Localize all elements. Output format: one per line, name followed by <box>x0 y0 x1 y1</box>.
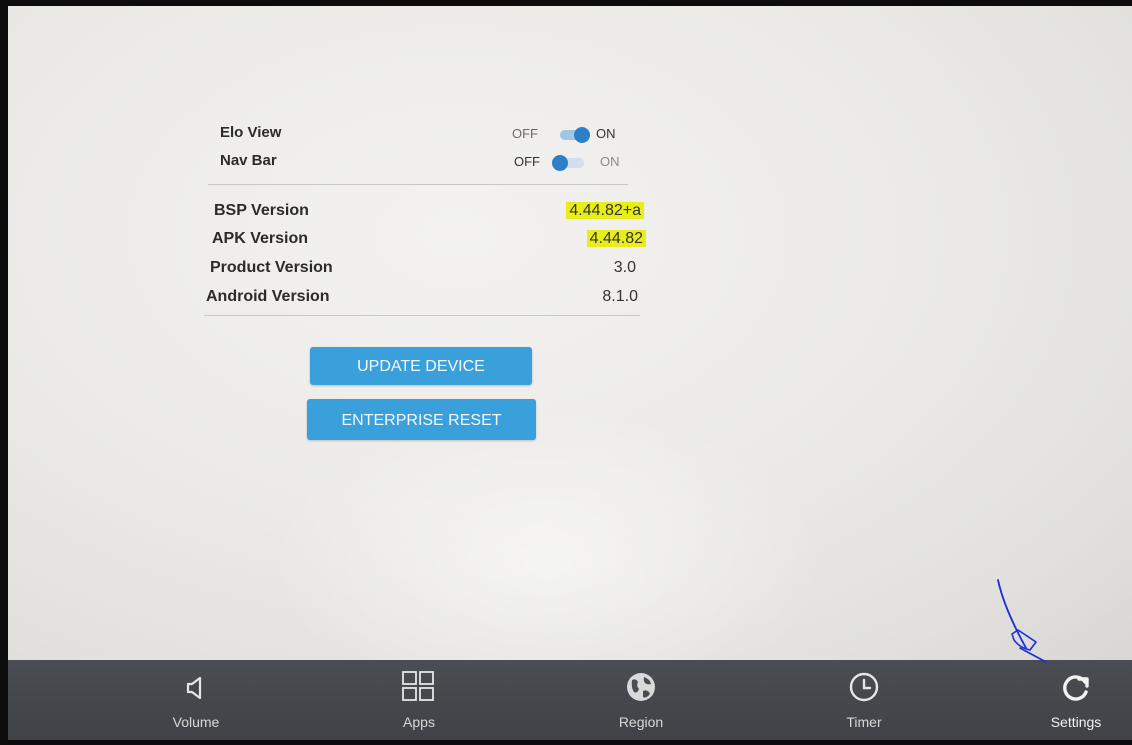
toggle-on-label: ON <box>596 126 616 141</box>
nav-label: Volume <box>172 714 220 730</box>
apps-grid-icon <box>399 670 439 706</box>
bottom-nav-bar: Volume Apps Region Timer Settings <box>8 660 1132 740</box>
info-label-bsp: BSP Version <box>214 202 309 219</box>
toggle-off-label: OFF <box>512 126 538 141</box>
nav-item-settings[interactable]: Settings <box>1016 660 1132 740</box>
update-device-button[interactable]: UPDATE DEVICE <box>310 347 532 385</box>
info-label-android: Android Version <box>206 288 330 305</box>
nav-label: Timer <box>846 714 882 730</box>
info-label-product: Product Version <box>210 259 333 276</box>
nav-item-volume[interactable]: Volume <box>136 660 256 740</box>
toggle-off-label: OFF <box>514 154 540 169</box>
switch-knob <box>552 155 568 171</box>
screen-glare <box>268 406 828 660</box>
globe-icon <box>621 670 661 706</box>
clock-icon <box>844 670 884 706</box>
nav-item-apps[interactable]: Apps <box>359 660 479 740</box>
refresh-icon <box>1056 670 1096 706</box>
info-value-product: 3.0 <box>613 259 636 276</box>
info-label-apk: APK Version <box>212 230 309 247</box>
nav-label: Apps <box>403 714 435 730</box>
divider <box>204 315 640 316</box>
enterprise-reset-button[interactable]: ENTERPRISE RESET <box>307 399 536 440</box>
toggle-on-label: ON <box>600 154 620 169</box>
info-value-android: 8.1.0 <box>602 288 638 305</box>
highlight-mark: 4.44.82+a <box>566 202 644 219</box>
nav-label: Settings <box>1050 714 1102 730</box>
toggle-label: Nav Bar <box>220 152 277 169</box>
nav-label: Region <box>618 714 664 730</box>
nav-bar-switch[interactable] <box>552 155 584 171</box>
switch-knob <box>574 127 590 143</box>
volume-icon <box>176 670 216 706</box>
info-value-bsp: 4.44.82+a <box>566 202 644 220</box>
info-value-apk: 4.44.82 <box>586 230 646 248</box>
elo-view-switch[interactable] <box>560 127 590 143</box>
divider <box>208 184 628 185</box>
toggle-label: Elo View <box>220 124 282 141</box>
nav-item-timer[interactable]: Timer <box>804 660 924 740</box>
nav-item-region[interactable]: Region <box>581 660 701 740</box>
highlight-mark: 4.44.82 <box>586 230 646 247</box>
settings-screen: Elo View OFF ON Nav Bar OFF ON BSP Versi… <box>8 6 1132 660</box>
